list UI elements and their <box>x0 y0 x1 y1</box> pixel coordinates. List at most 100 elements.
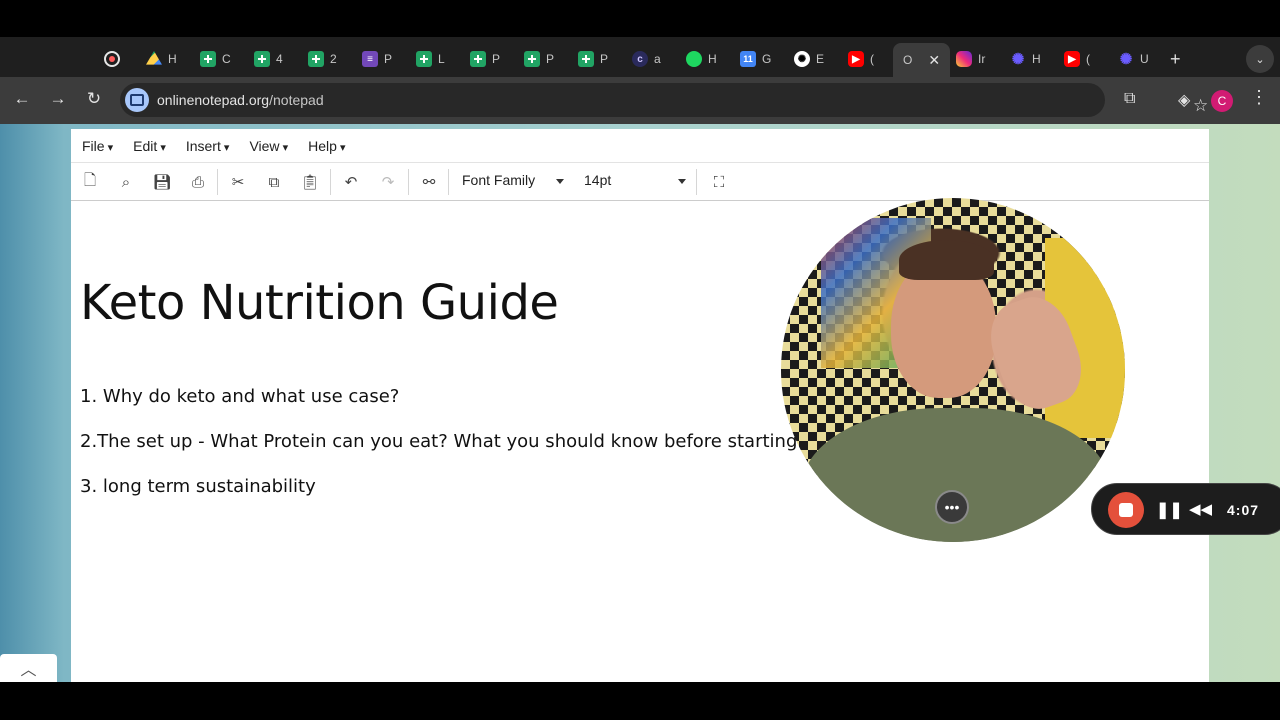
reload-button[interactable]: ↻ <box>82 89 106 109</box>
sheets-icon <box>308 51 324 67</box>
chevron-up-icon: ︿ <box>20 662 37 679</box>
toolbar-separator <box>217 169 218 195</box>
tab-openai[interactable]: ✺ E <box>794 45 824 73</box>
tab-c[interactable]: ca <box>632 45 661 73</box>
document-title[interactable]: Keto Nutrition Guide <box>80 275 559 331</box>
tab-label: E <box>816 52 825 66</box>
new-tab-button[interactable]: + <box>1170 49 1181 70</box>
tab-label: U <box>1140 52 1149 66</box>
webcam-more-button[interactable]: ••• <box>935 490 969 524</box>
browser-menu-icon[interactable]: ⋮ <box>1250 87 1268 108</box>
drive-icon <box>146 51 162 65</box>
tab-active[interactable]: O ✕ <box>893 43 951 77</box>
extensions-icon[interactable]: ⧉ <box>1124 90 1135 108</box>
tab-label: P <box>600 52 609 66</box>
find-binoculars-icon[interactable]: ⚯ <box>419 172 439 192</box>
stop-recording-button[interactable] <box>1108 492 1144 528</box>
tab-label: H <box>168 52 177 66</box>
toolbar-separator <box>330 169 331 195</box>
undo-icon[interactable]: ↶ <box>341 172 361 192</box>
menu-insert[interactable]: Insert <box>186 138 230 154</box>
toolbar-separator <box>448 169 449 195</box>
tab-label: G <box>762 52 772 66</box>
tab-label: P <box>384 52 393 66</box>
close-icon[interactable]: ✕ <box>928 52 940 69</box>
tab-sheets-p1[interactable]: P <box>470 45 500 73</box>
address-bar[interactable]: onlinenotepad.org/notepad ☆ <box>120 83 1208 117</box>
tab-label: O <box>903 53 913 67</box>
tab-youtube-1[interactable]: ▶( <box>848 45 874 73</box>
url-path: /notepad <box>269 92 324 108</box>
sheets-icon <box>416 51 432 67</box>
font-family-select[interactable]: Font Family <box>462 172 535 188</box>
print-icon[interactable]: ⎙ <box>188 172 208 192</box>
paste-icon[interactable]: 📋︎ <box>300 172 320 192</box>
tab-label: L <box>438 52 445 66</box>
tab-strip: H C 4 2 ≡ P L P P P ca H 11 G ✺ E ▶( O ✕ Ir … <box>0 37 1280 77</box>
person-hair <box>899 240 994 280</box>
tab-label: 2 <box>330 52 337 66</box>
menu-edit[interactable]: Edit <box>133 138 166 154</box>
document-line[interactable]: 2.The set up - What Protein can you eat?… <box>80 431 797 452</box>
openai-icon: ✺ <box>794 51 810 67</box>
fullscreen-icon[interactable]: ⛶ <box>709 172 729 192</box>
url-text[interactable]: onlinenotepad.org/notepad <box>157 92 324 108</box>
tab-youtube-2[interactable]: ▶( <box>1064 45 1090 73</box>
copy-icon[interactable]: ⧉ <box>264 172 284 192</box>
menu-help[interactable]: Help <box>308 138 345 154</box>
screen-recorder-extension-icon[interactable]: ◈ <box>1178 90 1190 110</box>
tab-drive[interactable]: H <box>146 45 177 73</box>
chevron-down-icon[interactable] <box>678 179 686 184</box>
url-domain: onlinenotepad.org <box>157 92 270 108</box>
tab-recording[interactable] <box>104 45 120 73</box>
instagram-icon <box>956 51 972 67</box>
redo-icon[interactable]: ↷ <box>378 172 398 192</box>
tab-instagram[interactable]: Ir <box>956 45 985 73</box>
tab-spotify[interactable]: H <box>686 45 717 73</box>
document-line[interactable]: 1. Why do keto and what use case? <box>80 386 399 407</box>
top-letterbox <box>0 0 1280 37</box>
preview-icon[interactable]: ⌕ <box>116 172 136 192</box>
toolbar-separator <box>408 169 409 195</box>
tab-sheets-p3[interactable]: P <box>578 45 608 73</box>
toolbar-separator <box>696 169 697 195</box>
site-info-icon[interactable] <box>125 88 149 112</box>
save-icon[interactable]: 💾︎ <box>152 172 172 192</box>
tab-sheets-p2[interactable]: P <box>524 45 554 73</box>
spotify-icon <box>686 51 702 67</box>
tab-star-u[interactable]: ✺ U <box>1118 45 1149 73</box>
recording-controls: ❚❚ ◀◀ 4:07 <box>1091 483 1280 535</box>
chevron-down-icon[interactable] <box>556 179 564 184</box>
pause-icon[interactable]: ❚❚ <box>1156 500 1183 520</box>
tab-star-h[interactable]: ✺ H <box>1010 45 1041 73</box>
youtube-icon: ▶ <box>848 51 864 67</box>
tab-search-button[interactable]: ⌄ <box>1246 45 1274 73</box>
cut-icon[interactable]: ✂ <box>228 172 248 192</box>
rewind-icon[interactable]: ◀◀ <box>1189 500 1212 518</box>
tab-sheets-4[interactable]: 4 <box>254 45 283 73</box>
forward-button[interactable]: → <box>46 89 70 109</box>
document-line[interactable]: 3. long term sustainability <box>80 476 316 497</box>
back-button[interactable]: ← <box>10 89 34 109</box>
scroll-up-button[interactable]: ︿ <box>0 654 57 682</box>
bookmark-star-icon[interactable]: ☆ <box>1193 96 1208 116</box>
tab-sheets-c[interactable]: C <box>200 45 231 73</box>
font-size-select[interactable]: 14pt <box>584 172 611 188</box>
menu-file[interactable]: File <box>82 138 113 154</box>
tab-calendar[interactable]: 11 G <box>740 45 771 73</box>
tab-sheets-l[interactable]: L <box>416 45 445 73</box>
tab-forms[interactable]: ≡ P <box>362 45 392 73</box>
tab-label: C <box>222 52 231 66</box>
c-icon: c <box>632 51 648 67</box>
profile-avatar[interactable]: C <box>1211 90 1233 112</box>
sheets-icon <box>254 51 270 67</box>
menu-view[interactable]: View <box>249 138 288 154</box>
tab-label: a <box>654 52 661 66</box>
editor-toolbar: 🗋 ⌕ 💾︎ ⎙ ✂ ⧉ 📋︎ ↶ ↷ ⚯ Font Family 14pt ⛶ <box>71 163 1209 201</box>
star-icon: ✺ <box>1119 51 1133 68</box>
new-document-icon[interactable]: 🗋 <box>80 172 100 192</box>
tab-sheets-2[interactable]: 2 <box>308 45 337 73</box>
arrow-left-icon: ← <box>13 89 31 108</box>
recording-timer: 4:07 <box>1227 502 1260 518</box>
tab-label: P <box>546 52 555 66</box>
